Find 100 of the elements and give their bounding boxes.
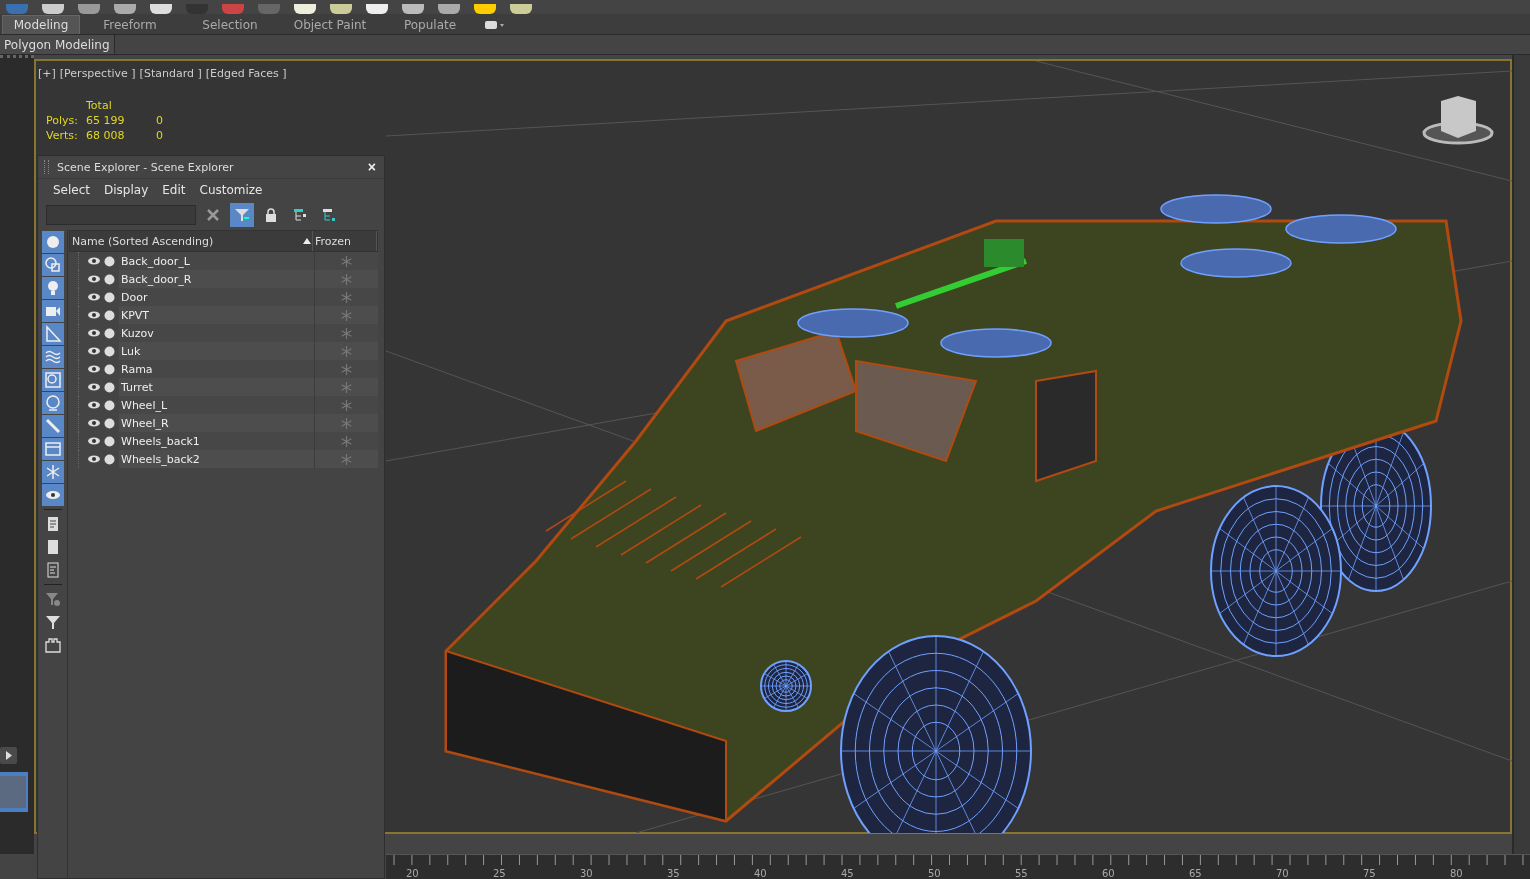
frame-number: 20 xyxy=(405,869,420,879)
eye-icon[interactable] xyxy=(87,400,101,410)
eye-icon[interactable] xyxy=(87,256,101,266)
filter-button[interactable] xyxy=(41,415,64,437)
toolbar-icon[interactable] xyxy=(114,4,136,14)
eye-icon[interactable] xyxy=(87,364,101,374)
toolbar-icon[interactable] xyxy=(366,4,388,14)
toolbar-icon[interactable] xyxy=(474,4,496,14)
ribbon-tab[interactable]: Freeform xyxy=(80,15,180,34)
ribbon-tab[interactable]: Selection xyxy=(180,15,280,34)
toolbar-icon[interactable] xyxy=(42,4,64,14)
filter-button[interactable] xyxy=(41,392,64,414)
render-dot-icon[interactable] xyxy=(104,381,115,393)
frame-icon xyxy=(43,636,62,654)
viewport-label[interactable]: [Perspective ] xyxy=(59,67,136,80)
filter-toggle-button[interactable] xyxy=(230,203,254,227)
viewport-thumbnail[interactable] xyxy=(0,772,28,812)
frame-number: 55 xyxy=(1014,869,1029,879)
toolbar-icon[interactable] xyxy=(294,4,316,14)
frozen-cell[interactable] xyxy=(314,378,378,396)
filter-icon xyxy=(234,207,250,223)
object-name[interactable]: Back_door_R xyxy=(119,270,314,288)
toolbar-icon[interactable] xyxy=(510,4,532,14)
frame-number: 40 xyxy=(753,869,768,879)
search-field[interactable] xyxy=(46,205,196,225)
eye-icon[interactable] xyxy=(87,382,101,392)
eye-icon[interactable] xyxy=(87,436,101,446)
viewport-label[interactable]: [+] xyxy=(38,67,56,80)
ribbon-tab[interactable]: Modeling xyxy=(2,15,80,34)
menu-item[interactable]: Edit xyxy=(157,183,191,197)
toolbar-icon[interactable] xyxy=(78,4,100,14)
play-icon xyxy=(5,751,12,760)
frame-number: 80 xyxy=(1449,869,1464,879)
filter-button[interactable] xyxy=(41,300,64,322)
containers-icon xyxy=(43,440,62,458)
view-cube-icon[interactable] xyxy=(1422,96,1494,145)
eye-icon[interactable] xyxy=(87,346,101,356)
frame-number: 35 xyxy=(666,869,681,879)
frozen-cell[interactable] xyxy=(314,450,378,468)
expand-button[interactable] xyxy=(0,747,17,764)
frozen-cell[interactable] xyxy=(314,270,378,288)
render-dot-icon[interactable] xyxy=(104,291,115,303)
filter-button[interactable] xyxy=(41,369,64,391)
frozen-cell[interactable] xyxy=(314,306,378,324)
render-dot-icon[interactable] xyxy=(104,309,115,321)
filtergear-icon xyxy=(43,590,62,608)
eye-icon[interactable] xyxy=(87,310,101,320)
ribbon-tab[interactable]: Object Paint xyxy=(280,15,380,34)
render-dot-icon[interactable] xyxy=(104,417,115,429)
toolbar-icon[interactable] xyxy=(438,4,460,14)
object-name[interactable]: KPVT xyxy=(119,306,314,324)
column-header[interactable]: Name (Sorted Ascending) xyxy=(70,231,313,251)
frame-number: 75 xyxy=(1362,869,1377,879)
object-name[interactable]: Wheel_R xyxy=(119,414,314,432)
close-button[interactable]: × xyxy=(367,160,376,174)
viewport-label[interactable]: [Standard ] xyxy=(139,67,202,80)
toolbar-icon[interactable] xyxy=(330,4,352,14)
menu-item[interactable]: Select xyxy=(48,183,96,197)
viewport-label[interactable]: [Edged Faces ] xyxy=(205,67,287,80)
render-dot-icon[interactable] xyxy=(104,453,115,465)
render-dot-icon[interactable] xyxy=(104,399,115,411)
drag-handle[interactable] xyxy=(44,160,49,174)
filter-button[interactable] xyxy=(41,254,64,276)
frozen-cell[interactable] xyxy=(314,342,378,360)
eye-icon[interactable] xyxy=(87,328,101,338)
render-dot-icon[interactable] xyxy=(104,363,115,375)
frozen-cell[interactable] xyxy=(314,414,378,432)
stats-label: Verts: xyxy=(46,129,79,142)
object-name[interactable]: Turret xyxy=(119,378,314,396)
menu-item[interactable]: Display xyxy=(99,183,154,197)
toolbar-icon[interactable] xyxy=(402,4,424,14)
timeline-ruler[interactable]: 20 25 30 35 40 45 50 55 60 65 70 75 80 xyxy=(386,854,1530,879)
toolbar-icon[interactable] xyxy=(150,4,172,14)
eye-icon[interactable] xyxy=(87,454,101,464)
render-dot-icon[interactable] xyxy=(104,327,115,339)
filter-button[interactable] xyxy=(41,231,64,253)
eye-icon[interactable] xyxy=(87,292,101,302)
filter-icon xyxy=(43,613,62,631)
shapes-icon xyxy=(43,256,62,274)
warps-icon xyxy=(43,348,62,366)
frame-number: 30 xyxy=(579,869,594,879)
render-dot-icon[interactable] xyxy=(104,435,115,447)
filter-button[interactable] xyxy=(41,461,64,483)
filter-button[interactable] xyxy=(41,277,64,299)
object-name[interactable]: Wheels_back2 xyxy=(119,450,314,468)
eye-icon[interactable] xyxy=(87,274,101,284)
column-header[interactable]: Frozen xyxy=(313,231,377,251)
render-dot-icon[interactable] xyxy=(104,345,115,357)
filter-button[interactable] xyxy=(41,484,64,506)
filter-button[interactable] xyxy=(41,323,64,345)
render-dot-icon[interactable] xyxy=(104,273,115,285)
stats-value: 0 xyxy=(156,129,164,142)
ribbon-tab[interactable]: Populate xyxy=(380,15,480,34)
ribbon-panel-tab[interactable]: Polygon Modeling xyxy=(0,35,115,54)
menu-item[interactable]: Customize xyxy=(194,183,268,197)
object-name[interactable]: Luk xyxy=(119,342,314,360)
render-dot-icon[interactable] xyxy=(104,255,115,267)
filter-button[interactable] xyxy=(41,346,64,368)
filter-button[interactable] xyxy=(41,438,64,460)
eye-icon[interactable] xyxy=(87,418,101,428)
